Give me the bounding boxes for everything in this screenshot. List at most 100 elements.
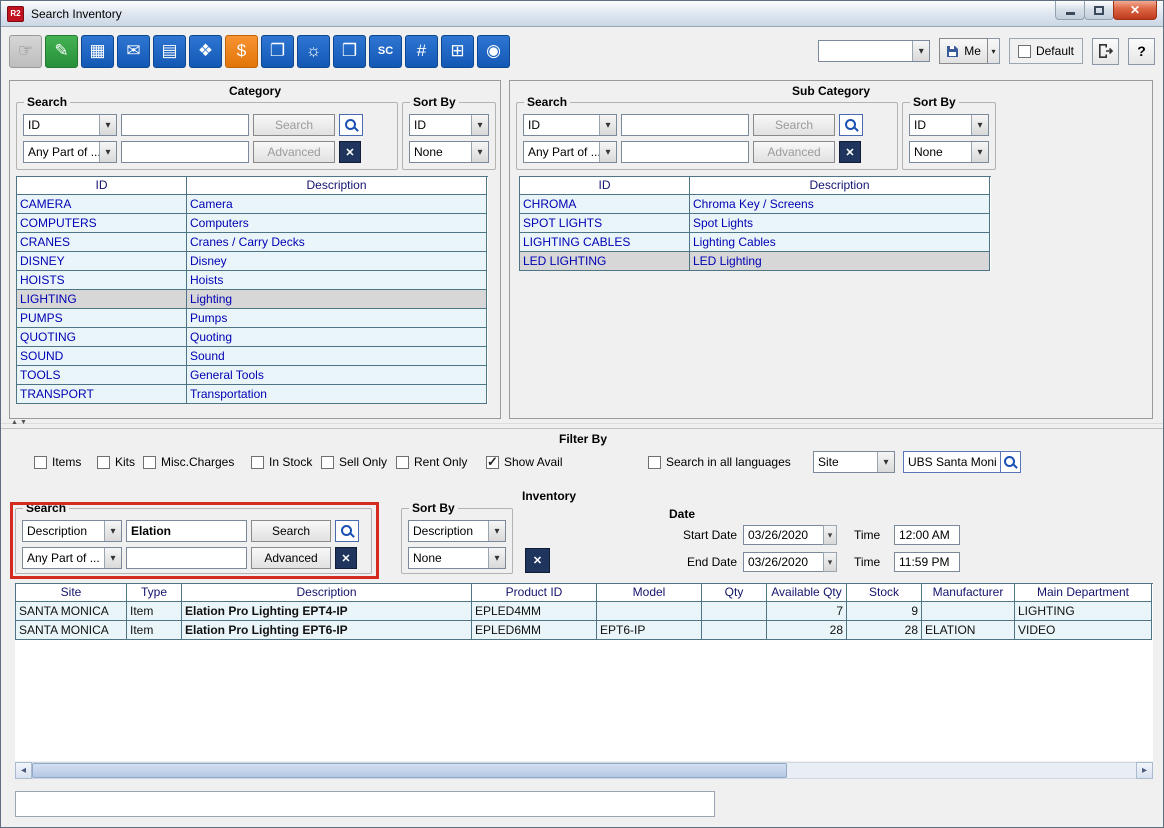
subcategory-clear-button[interactable] (839, 141, 861, 163)
save-me-button[interactable]: Me (939, 38, 988, 64)
end-date-spinner[interactable] (823, 552, 837, 572)
pan-hand-icon[interactable]: ☞ (9, 35, 42, 68)
calculator-icon[interactable]: ⊞ (441, 35, 474, 68)
category-row[interactable]: HOISTSHoists (17, 271, 488, 290)
category-row[interactable]: CRANESCranes / Carry Decks (17, 233, 488, 252)
category-advanced-button[interactable]: Advanced (253, 141, 335, 163)
preset-dropdown[interactable] (818, 40, 930, 62)
site-search-magnifier-button[interactable] (1000, 452, 1020, 472)
category-advanced-input[interactable] (121, 141, 249, 163)
inventory-search-button[interactable]: Search (251, 520, 331, 542)
horizontal-splitter[interactable] (1, 423, 1163, 429)
category-search-magnifier-button[interactable] (339, 114, 363, 136)
column-header[interactable]: Type (127, 584, 182, 602)
checkbox-sell-only[interactable]: Sell Only (321, 453, 387, 471)
category-row[interactable]: DISNEYDisney (17, 252, 488, 271)
inventory-advanced-input[interactable] (126, 547, 247, 569)
start-time-input[interactable]: 12:00 AM (894, 525, 960, 545)
purchase-lock-icon[interactable]: $ (225, 35, 258, 68)
subcategory-row[interactable]: LIGHTING CABLESLighting Cables (520, 233, 991, 252)
column-header[interactable]: Description (182, 584, 472, 602)
category-row[interactable]: SOUNDSound (17, 347, 488, 366)
site-dropdown[interactable]: Site (813, 451, 895, 473)
minimize-button[interactable] (1055, 1, 1085, 20)
end-date-input[interactable]: 03/26/2020 (743, 552, 824, 572)
category-search-input[interactable] (121, 114, 249, 136)
column-header[interactable]: ID (520, 177, 690, 195)
message-icon[interactable]: ✉ (117, 35, 150, 68)
column-header[interactable]: Available Qty (767, 584, 847, 602)
inventory-row[interactable]: SANTA MONICA Item Elation Pro Lighting E… (16, 621, 1153, 640)
column-header[interactable]: Product ID (472, 584, 597, 602)
subcategory-advanced-input[interactable] (621, 141, 749, 163)
subcategory-search-field-dropdown[interactable]: ID (523, 114, 617, 136)
category-search-button[interactable]: Search (253, 114, 335, 136)
end-time-input[interactable]: 11:59 PM (894, 552, 960, 572)
checkbox-in-stock[interactable]: In Stock (251, 453, 312, 471)
category-sort-primary-dropdown[interactable]: ID (409, 114, 489, 136)
edit-pencil-icon[interactable]: ✎ (45, 35, 78, 68)
catalog-icon[interactable]: ❐ (261, 35, 294, 68)
scrollbar-thumb[interactable] (32, 763, 787, 778)
subcategory-row-selected[interactable]: LED LIGHTINGLED Lighting (520, 252, 991, 271)
category-sort-secondary-dropdown[interactable]: None (409, 141, 489, 163)
checkbox-show-avail[interactable]: Show Avail (486, 453, 562, 471)
column-header[interactable]: Site (16, 584, 127, 602)
splitter-collapse-icon[interactable] (11, 419, 29, 426)
category-row[interactable]: TRANSPORTTransportation (17, 385, 488, 404)
scrollbar-track[interactable] (32, 762, 1136, 779)
me-dropdown-arrow[interactable] (988, 38, 1000, 64)
hash-icon[interactable]: # (405, 35, 438, 68)
category-row[interactable]: QUOTINGQuoting (17, 328, 488, 347)
checkbox-search-all-languages[interactable]: Search in all languages (648, 453, 791, 471)
subcategory-search-input[interactable] (621, 114, 749, 136)
site-search-field[interactable]: UBS Santa Moni (903, 451, 1021, 473)
column-header[interactable]: Description (690, 177, 990, 195)
price-tags-icon[interactable]: ❖ (189, 35, 222, 68)
start-date-input[interactable]: 03/26/2020 (743, 525, 824, 545)
idea-bulb-icon[interactable]: ☼ (297, 35, 330, 68)
tag-sc-icon[interactable]: SC (369, 35, 402, 68)
checkbox-kits[interactable]: Kits (97, 453, 135, 471)
status-input[interactable] (15, 791, 715, 817)
inventory-search-input[interactable]: Elation (126, 520, 247, 542)
monitor-search-icon[interactable]: ◉ (477, 35, 510, 68)
inventory-sort-clear-button[interactable] (525, 548, 550, 573)
start-date-spinner[interactable] (823, 525, 837, 545)
category-row-selected[interactable]: LIGHTINGLighting (17, 290, 488, 309)
inventory-search-field-dropdown[interactable]: Description (22, 520, 122, 542)
inventory-advanced-button[interactable]: Advanced (251, 547, 331, 569)
subcategory-sort-primary-dropdown[interactable]: ID (909, 114, 989, 136)
category-row[interactable]: COMPUTERSComputers (17, 214, 488, 233)
column-header[interactable]: Manufacturer (922, 584, 1015, 602)
monitor-icon[interactable]: ▤ (153, 35, 186, 68)
category-search-field-dropdown[interactable]: ID (23, 114, 117, 136)
help-button[interactable]: ? (1128, 38, 1155, 65)
exit-button[interactable] (1092, 38, 1119, 65)
inventory-clear-button[interactable] (335, 547, 357, 569)
inventory-row[interactable]: SANTA MONICA Item Elation Pro Lighting E… (16, 602, 1153, 621)
checkbox-items[interactable]: Items (34, 453, 81, 471)
subcategory-search-button[interactable]: Search (753, 114, 835, 136)
subcategory-advanced-button[interactable]: Advanced (753, 141, 835, 163)
close-button[interactable] (1113, 1, 1157, 20)
subcategory-search-magnifier-button[interactable] (839, 114, 863, 136)
subcategory-match-mode-dropdown[interactable]: Any Part of ... (523, 141, 617, 163)
subcategory-row[interactable]: SPOT LIGHTSSpot Lights (520, 214, 991, 233)
category-row[interactable]: TOOLSGeneral Tools (17, 366, 488, 385)
inventory-sort-secondary-dropdown[interactable]: None (408, 547, 506, 569)
category-clear-button[interactable] (339, 141, 361, 163)
checkbox-rent-only[interactable]: Rent Only (396, 453, 467, 471)
inventory-match-mode-dropdown[interactable]: Any Part of ... (22, 547, 122, 569)
calendar-search-icon[interactable]: ❒ (333, 35, 366, 68)
default-checkbox[interactable] (1018, 45, 1031, 58)
category-row[interactable]: CAMERACamera (17, 195, 488, 214)
inventory-search-magnifier-button[interactable] (335, 520, 359, 542)
scroll-right-button[interactable] (1136, 762, 1153, 779)
subcategory-sort-secondary-dropdown[interactable]: None (909, 141, 989, 163)
maximize-button[interactable] (1084, 1, 1114, 20)
column-header[interactable]: Main Department (1015, 584, 1152, 602)
column-header[interactable]: Model (597, 584, 702, 602)
column-header[interactable]: Description (187, 177, 487, 195)
scroll-left-button[interactable] (15, 762, 32, 779)
